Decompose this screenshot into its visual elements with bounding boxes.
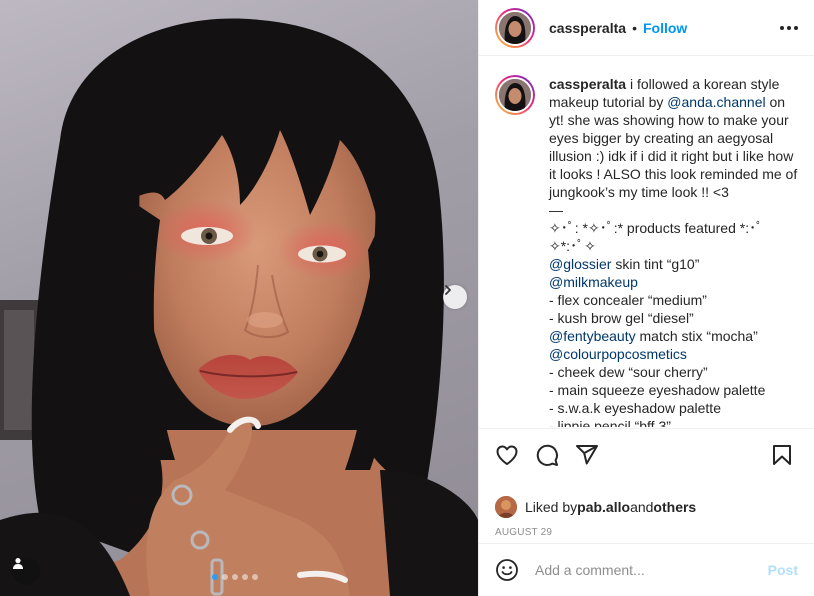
mention-link[interactable]: @glossier [549, 256, 611, 272]
mention-link[interactable]: @milkmakeup [549, 274, 638, 290]
post-detail-panel: cassperalta • Follow cassperalta i follo… [478, 0, 814, 596]
author-username[interactable]: cassperalta [549, 20, 626, 36]
caption-text: cassperalta i followed a korean style ma… [549, 75, 798, 427]
author-avatar[interactable] [495, 7, 535, 48]
caption-segment: - flex concealer “medium” - kush brow ge… [549, 292, 707, 326]
caption-segment: - cheek dew “sour cherry” - main squeeze… [549, 364, 766, 427]
more-options-icon[interactable] [780, 20, 798, 36]
liker-avatar[interactable] [495, 496, 517, 518]
mention-link[interactable]: @anda.channel [667, 94, 765, 110]
liked-by-and: and [630, 499, 654, 515]
portrait-illustration [0, 18, 478, 596]
caption-username[interactable]: cassperalta [549, 76, 626, 92]
carousel-indicator [212, 574, 258, 580]
action-icon-row [495, 441, 798, 469]
heart-icon[interactable] [495, 443, 519, 467]
caption-segment: skin tint “g10” [615, 256, 700, 272]
caption-section: cassperalta i followed a korean style ma… [479, 57, 814, 427]
carousel-dot [212, 574, 218, 580]
liked-by-prefix: Liked by [525, 499, 578, 515]
comment-bar: Post [479, 543, 814, 596]
tagged-users-button[interactable] [12, 557, 40, 585]
liker-username[interactable]: pab.allo [577, 499, 630, 515]
post-actions: Liked by pab.allo and others AUGUST 29 [479, 428, 814, 538]
separator-dot: • [632, 19, 637, 36]
follow-button[interactable]: Follow [643, 20, 687, 36]
profile-picture [499, 11, 531, 44]
others-link[interactable]: others [653, 499, 696, 515]
carousel-dot [242, 574, 248, 580]
chevron-right-icon [445, 285, 451, 295]
next-slide-button[interactable] [443, 285, 467, 309]
caption-segment: on yt! she was showing how to make your … [549, 94, 798, 254]
post-date[interactable]: AUGUST 29 [495, 527, 798, 538]
caption-segment: match stix “mocha” [639, 328, 758, 344]
carousel-dot [232, 574, 238, 580]
mention-link[interactable]: @fentybeauty [549, 328, 636, 344]
profile-picture [499, 79, 531, 111]
post-photo[interactable] [0, 0, 478, 596]
share-icon[interactable] [575, 443, 599, 467]
comment-input[interactable] [535, 562, 768, 578]
likes-summary: Liked by pab.allo and others [495, 496, 798, 518]
post-comment-button[interactable]: Post [768, 562, 798, 578]
caption-avatar[interactable] [495, 75, 535, 115]
bookmark-icon[interactable] [770, 443, 794, 467]
liker-profile-picture [495, 496, 517, 518]
carousel-dot [252, 574, 258, 580]
user-icon [13, 558, 23, 569]
comment-icon[interactable] [535, 443, 559, 467]
emoji-smile-icon[interactable] [495, 558, 519, 582]
carousel-dot [222, 574, 228, 580]
mention-link[interactable]: @colourpopcosmetics [549, 346, 687, 362]
post-header: cassperalta • Follow [479, 0, 814, 56]
